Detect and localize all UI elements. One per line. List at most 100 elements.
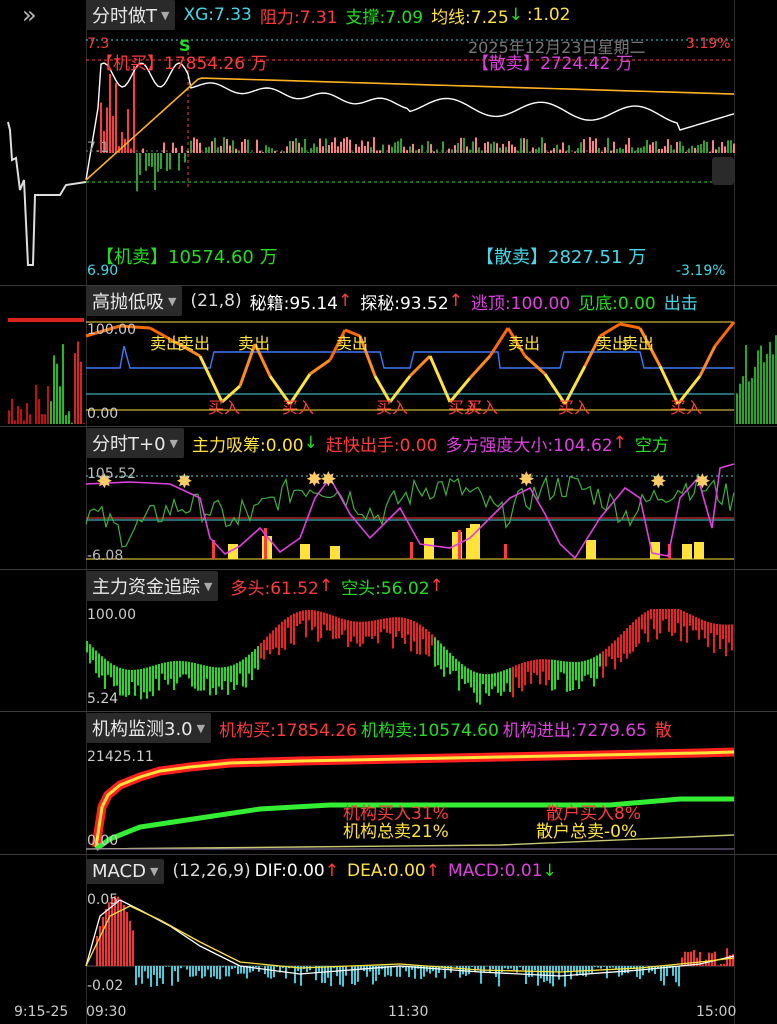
volume-bar: [316, 146, 318, 153]
volume-bar: [715, 149, 717, 153]
bar: [68, 411, 70, 424]
volume-bar: [295, 138, 297, 153]
volume-bar: [583, 139, 585, 153]
fund-bar: [473, 671, 475, 693]
fund-bar: [158, 663, 160, 691]
volume-bar: [721, 141, 723, 153]
volume-bar: [448, 148, 450, 153]
down-arrow-icon: ↓: [542, 861, 557, 881]
indicator-selector-jigou[interactable]: 机构监测3.0 ▼: [86, 713, 212, 743]
gaopao-panel[interactable]: 100.00 0.00 卖出 卖出 卖出 卖出 卖出 卖出 卖出 买入 买入 买…: [0, 316, 777, 426]
y-top-label: 100.00: [87, 607, 136, 623]
fund-bar: [482, 673, 484, 685]
fund-bar: [662, 609, 664, 621]
volume-bar: [190, 140, 192, 153]
macd-bar: [228, 966, 230, 977]
top-indicator-bar: » 分时做T ▼ XG:7.33 阻力:7.31 支撑:7.09 均线:7.25 ↓…: [0, 0, 777, 30]
volume-bar: [631, 147, 633, 153]
volume-bar: [328, 145, 330, 153]
curve-segment: [309, 358, 331, 376]
indicator-selector-t0[interactable]: 分时T+0 ▼: [86, 428, 184, 458]
scroll-handle[interactable]: [712, 157, 734, 185]
dif-value: DIF:0.00: [254, 861, 325, 881]
jigou-net-value: 机构进出:7279.65: [502, 720, 647, 741]
volume-bar: [538, 147, 540, 153]
jigou-panel[interactable]: 21425.11 0.00 机构买入31% 散户买入8% 机构总卖21% 散户总…: [0, 743, 777, 853]
macd-bar: [171, 966, 173, 986]
macd-bar: [570, 966, 572, 980]
up-arrow-icon: ↑: [338, 291, 353, 311]
volume-bar: [505, 146, 507, 153]
fund-bar: [338, 617, 340, 639]
fund-bar: [533, 659, 535, 673]
volume-bar: [544, 143, 546, 153]
macd-bar: [390, 966, 392, 977]
volume-bar: [643, 146, 645, 153]
volume-bar: [109, 73, 111, 153]
up-arrow-icon: ↑: [318, 576, 334, 596]
macd-bar: [504, 966, 506, 969]
macd-bar: [165, 966, 167, 967]
macd-bar: [237, 966, 239, 975]
fund-bar: [170, 661, 172, 679]
macd-bar: [321, 966, 323, 983]
macd-bar: [549, 966, 551, 984]
fund-bar: [314, 610, 316, 627]
fund-bar: [698, 618, 700, 640]
macd-bar: [342, 966, 344, 987]
volume-bar: [439, 152, 441, 153]
buy-signal: 买入: [670, 398, 703, 417]
macd-bar: [297, 966, 299, 972]
expand-icon[interactable]: »: [22, 1, 37, 29]
fund-bar: [209, 666, 211, 696]
volume-bar: [355, 144, 357, 153]
fund-bar: [134, 669, 136, 696]
fund-bar: [623, 631, 625, 654]
macd-bar: [357, 966, 359, 982]
zhuli-xichou-value: 主力吸筹:0.00: [192, 435, 304, 456]
up-arrow-icon: ↑: [425, 861, 440, 881]
time-label-preopen: 9:15-25: [14, 1004, 69, 1020]
macd-bar: [543, 966, 545, 983]
fund-bar: [335, 616, 337, 639]
bar: [17, 406, 19, 424]
macd-bar: [600, 966, 602, 969]
volume-bar: [154, 153, 156, 191]
indicator-selector-fenshi[interactable]: 分时做T ▼: [86, 0, 176, 30]
macd-bar: [480, 966, 482, 984]
indicator-selector-label: 分时做T: [92, 6, 157, 27]
fund-bar: [617, 637, 619, 658]
fund-bar: [491, 673, 493, 690]
fund-bar: [695, 617, 697, 631]
indicator-selector-gaopao[interactable]: 高抛低吸 ▼: [86, 286, 183, 316]
volume-bar: [172, 142, 174, 153]
t0-panel[interactable]: ✸ ✸ ✸ ✸ ✸ ✸ ✸ 105.52 -6.08: [0, 458, 777, 568]
bar: [80, 361, 82, 424]
bar: [11, 398, 13, 424]
volume-bar: [307, 151, 309, 153]
fund-bar: [566, 661, 568, 692]
indicator-selector-zhuli[interactable]: 主力资金追踪 ▼: [86, 571, 219, 601]
fund-bar: [725, 624, 727, 657]
fund-bar: [233, 664, 235, 690]
up-arrow-icon: ↑: [324, 861, 339, 881]
volume-bar: [577, 148, 579, 153]
volume-bar: [547, 152, 549, 153]
volume-bar: [415, 150, 417, 153]
volume-bar: [667, 139, 669, 153]
fund-bar: [155, 664, 157, 679]
fund-bar: [254, 649, 256, 669]
indicator-selector-macd[interactable]: MACD ▼: [86, 858, 165, 884]
right-bars: [736, 335, 777, 424]
bar: [742, 376, 744, 424]
volume-bar: [616, 149, 618, 153]
fund-bar: [629, 625, 631, 654]
volume-bar: [469, 149, 471, 153]
macd-panel[interactable]: 0.05 -0.02: [0, 886, 777, 998]
intraday-price-panel[interactable]: 7.3 7.1 6.90 3.19% -3.19% 2025年12月23日星期二…: [0, 30, 777, 285]
bar: [772, 354, 774, 424]
y-bottom-label: -6.08: [87, 548, 124, 564]
volume-bar: [610, 150, 612, 153]
fund-bar: [179, 660, 181, 678]
zhuli-panel[interactable]: 100.00 5.24: [0, 601, 777, 711]
